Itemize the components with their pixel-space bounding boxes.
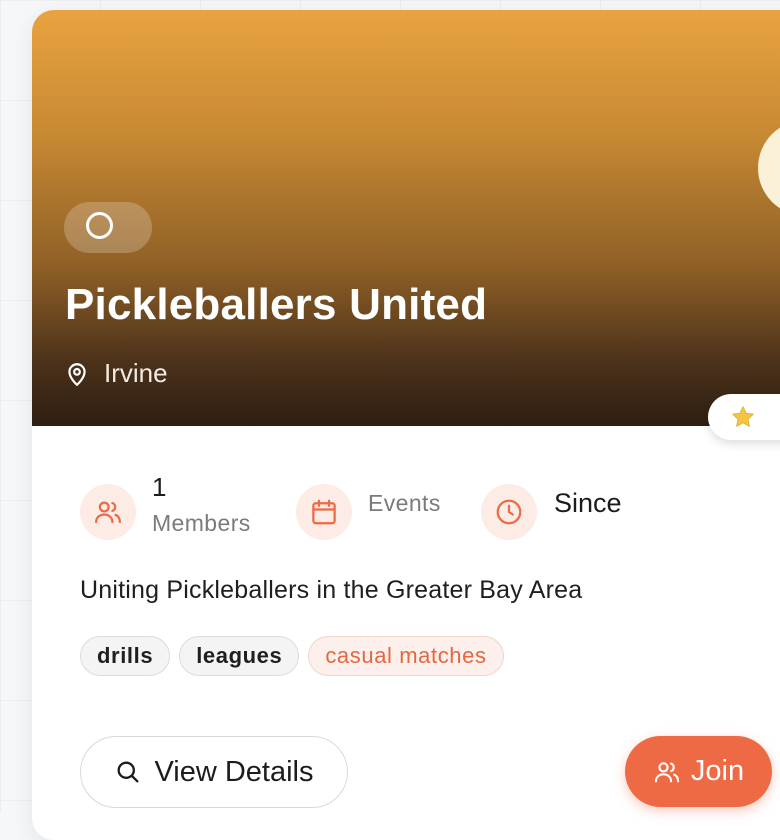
view-details-label: View Details	[154, 755, 314, 788]
tag-chip-highlighted[interactable]: casual matches	[308, 636, 504, 676]
join-button[interactable]: Join	[625, 736, 772, 807]
circle-outline-icon	[86, 212, 113, 239]
tag-list: drills leagues casual matches	[80, 636, 504, 676]
club-location: Irvine	[64, 358, 168, 389]
map-pin-icon	[68, 362, 86, 386]
search-icon	[117, 761, 139, 783]
since-stat-icon	[481, 484, 537, 540]
users-icon	[95, 501, 121, 524]
since-label: Since	[554, 488, 622, 518]
members-count: 1	[152, 472, 167, 502]
events-stat-icon	[296, 484, 352, 540]
hero-badge	[64, 202, 152, 253]
members-stat-icon	[80, 484, 136, 540]
events-label: Events	[368, 490, 441, 516]
hero-banner: Pickleballers United Irvine	[32, 10, 780, 426]
clock-icon	[496, 499, 522, 525]
tag-chip[interactable]: drills	[80, 636, 171, 676]
members-label: Members	[152, 510, 251, 536]
star-icon	[732, 406, 754, 427]
users-icon	[654, 761, 680, 782]
stats-row: 1 Members Events Since	[80, 472, 760, 544]
club-card[interactable]: Pickleballers United Irvine 1 Members Ev…	[32, 10, 780, 840]
join-label: Join	[690, 755, 745, 787]
favorite-button[interactable]	[708, 394, 780, 440]
tag-chip[interactable]: leagues	[179, 636, 300, 676]
club-description: Uniting Pickleballers in the Greater Bay…	[80, 576, 583, 604]
calendar-icon	[312, 499, 336, 525]
club-title: Pickleballers United	[65, 280, 488, 329]
location-text: Irvine	[104, 358, 168, 388]
view-details-button[interactable]: View Details	[80, 736, 348, 808]
